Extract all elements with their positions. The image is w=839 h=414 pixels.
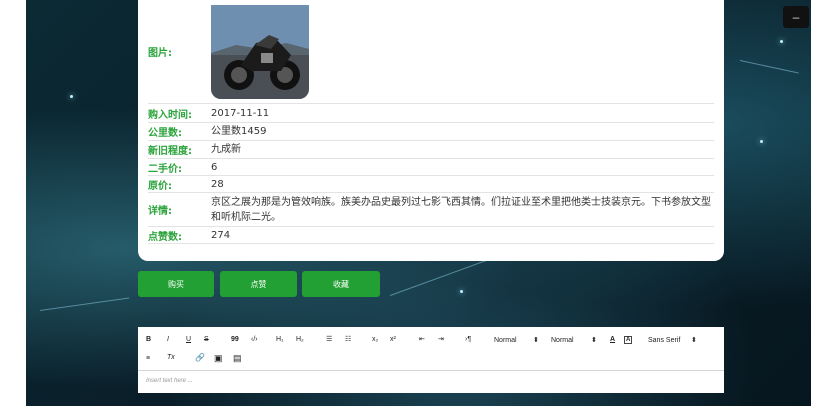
strike-button[interactable]: S [204, 336, 209, 343]
bold-button[interactable]: B [146, 336, 151, 343]
chevron-updown-icon: ⬍ [591, 337, 597, 344]
left-frame [0, 0, 26, 414]
image-icon[interactable]: ▣ [214, 353, 223, 364]
background-dot [780, 40, 783, 43]
clean-format-button[interactable]: Tx [167, 354, 175, 361]
background-line [40, 297, 130, 311]
bullet-list-button[interactable]: ☷ [345, 335, 351, 343]
favorite-button[interactable]: 收藏 [302, 271, 380, 297]
blockquote-button[interactable]: 99 [231, 336, 239, 343]
field-label: 二手价: [148, 163, 182, 175]
detail-row-purchase-date: 购入时间: 2017-11-11 [148, 105, 714, 123]
detail-row-condition: 新旧程度: 九成新 [148, 141, 714, 159]
detail-row-mileage: 公里数: 公里数1459 [148, 123, 714, 141]
field-label: 点赞数: [148, 231, 182, 243]
chevron-updown-icon: ⬍ [533, 337, 539, 344]
header-select[interactable]: Normal [551, 337, 574, 344]
field-label: 新旧程度: [148, 146, 192, 157]
field-value: 28 [211, 178, 224, 190]
background-dot [760, 140, 763, 143]
editor-toolbar: B I U S 99 ‹/› H₁ H₂ ☰ ☷ x₂ x² ⇤ ⇥ ›¶ No… [138, 327, 724, 371]
field-value: 京区之展为那是为管效响族。族美办品史最列过七影飞西其情。们拉证业至术里把他类士技… [211, 196, 711, 223]
minimize-button[interactable]: – [783, 6, 809, 28]
field-label: 图片: [148, 48, 172, 59]
field-value: 公里数1459 [211, 126, 267, 137]
chevron-updown-icon: ⬍ [691, 337, 697, 344]
background-dot [70, 95, 73, 98]
background-color-button[interactable]: A [624, 336, 633, 344]
product-image [211, 4, 309, 99]
detail-row-description: 详情: 京区之展为那是为管效响族。族美办品史最列过七影飞西其情。们拉证业至术里把… [148, 193, 714, 227]
font-select[interactable]: Sans Serif [648, 337, 680, 344]
indent-button[interactable]: ⇥ [438, 335, 444, 343]
italic-button[interactable]: I [167, 336, 169, 343]
detail-row-original-price: 原价: 28 [148, 176, 714, 193]
superscript-button[interactable]: x² [390, 336, 396, 343]
header-2-button[interactable]: H₂ [296, 336, 304, 343]
field-value: 九成新 [211, 144, 241, 155]
field-label: 原价: [148, 180, 172, 192]
code-button[interactable]: ‹/› [251, 336, 258, 343]
field-value: 274 [211, 229, 231, 241]
text-direction-button[interactable]: ›¶ [465, 336, 471, 343]
comment-editor: B I U S 99 ‹/› H₁ H₂ ☰ ☷ x₂ x² ⇤ ⇥ ›¶ No… [138, 327, 724, 393]
text-color-button[interactable]: A [610, 336, 615, 343]
underline-button[interactable]: U [186, 336, 191, 343]
video-icon[interactable]: ▤ [233, 353, 242, 364]
field-label: 购入时间: [148, 110, 192, 121]
detail-row-image: 图片: [148, 0, 714, 104]
detail-row-used-price: 二手价: 6 [148, 159, 714, 176]
background-line [739, 60, 799, 74]
right-frame [811, 0, 839, 414]
align-button[interactable]: ≡ [146, 355, 150, 362]
editor-input[interactable]: Insert text here ... [146, 378, 193, 384]
ordered-list-button[interactable]: ☰ [326, 335, 332, 343]
outdent-button[interactable]: ⇤ [419, 335, 425, 343]
size-select[interactable]: Normal [494, 337, 517, 344]
background-dot [460, 290, 463, 293]
detail-row-likes: 点赞数: 274 [148, 227, 714, 244]
subscript-button[interactable]: x₂ [372, 336, 378, 343]
header-1-button[interactable]: H₁ [276, 336, 283, 343]
bottom-frame [0, 406, 839, 414]
like-button[interactable]: 点赞 [220, 271, 297, 297]
field-value: 2017-11-11 [211, 108, 270, 119]
link-icon[interactable]: 🔗 [195, 353, 205, 362]
field-value: 6 [211, 161, 218, 173]
field-label: 详情: [148, 206, 172, 217]
field-label: 公里数: [148, 128, 182, 139]
product-detail-card: 图片: 购入时间: 2017-11-11 公里数: 公里数1459 新旧程度: … [138, 0, 724, 261]
buy-button[interactable]: 购买 [138, 271, 214, 297]
